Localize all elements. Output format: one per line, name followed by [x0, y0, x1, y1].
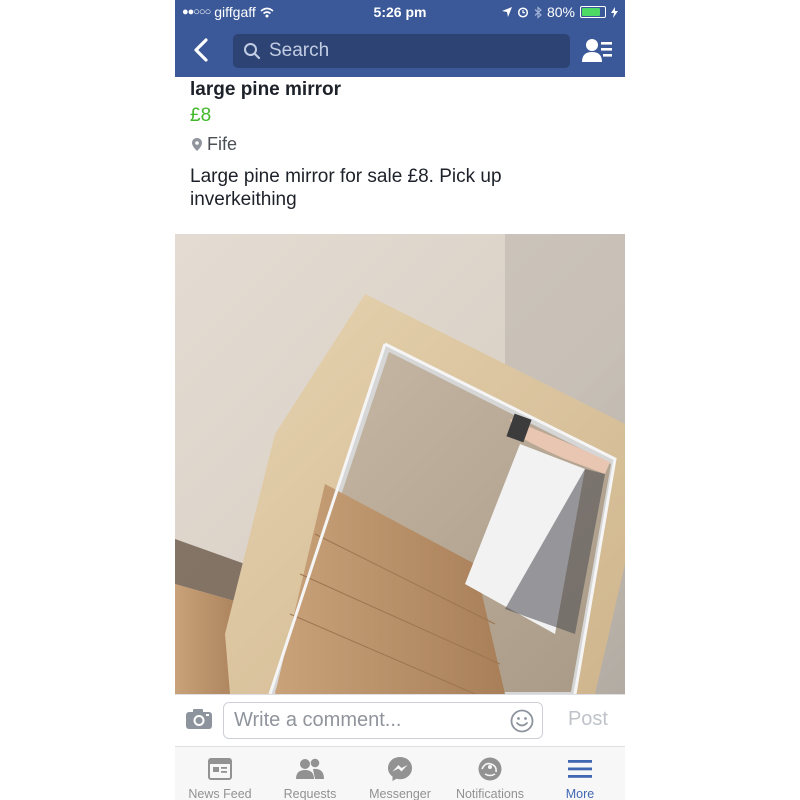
tab-messenger[interactable]: Messenger: [355, 747, 445, 800]
location-label: Fife: [207, 134, 238, 154]
tab-notifications[interactable]: Notifications: [445, 747, 535, 800]
listing-photo[interactable]: [175, 234, 625, 694]
more-icon: [568, 760, 592, 778]
notifications-icon: [478, 757, 502, 781]
comment-input[interactable]: Write a comment...: [223, 702, 543, 739]
listing-price: £8: [190, 105, 212, 126]
tab-requests[interactable]: Requests: [265, 747, 355, 800]
comment-placeholder: Write a comment...: [234, 709, 402, 731]
battery-icon: [580, 6, 606, 18]
bluetooth-icon: [534, 5, 542, 19]
status-icons: 80%: [501, 4, 618, 20]
friends-list-icon[interactable]: [581, 36, 613, 66]
tab-bar: News Feed Requests Messenger Notificatio…: [175, 746, 625, 800]
emoji-icon[interactable]: [510, 709, 534, 733]
listing-title: large pine mirror: [190, 79, 341, 100]
tab-more[interactable]: More: [535, 747, 625, 800]
requests-icon: [296, 758, 324, 779]
back-chevron-icon[interactable]: [187, 35, 217, 65]
messenger-icon: [388, 757, 412, 781]
search-icon: [244, 43, 261, 60]
status-bar: ●●○○○ giffgaff 5:26 pm 80%: [175, 0, 625, 25]
alarm-icon: [517, 7, 529, 18]
mirror-photo-illustration: [175, 234, 625, 694]
camera-icon[interactable]: [185, 708, 213, 730]
map-pin-icon: [192, 138, 202, 151]
search-placeholder: Search: [269, 40, 330, 61]
post-button[interactable]: Post: [568, 708, 608, 731]
charging-icon: [611, 6, 618, 18]
listing-location: Fife: [192, 134, 237, 155]
phone-screen: ●●○○○ giffgaff 5:26 pm 80% Search large …: [175, 0, 625, 800]
battery-percent: 80%: [546, 4, 575, 20]
tab-news-feed[interactable]: News Feed: [175, 747, 265, 800]
location-arrow-icon: [501, 7, 512, 17]
tab-label: Requests: [283, 787, 337, 800]
news-feed-icon: [208, 758, 232, 780]
tab-label: More: [565, 787, 595, 800]
listing-description: Large pine mirror for sale £8. Pick up i…: [190, 166, 502, 210]
search-field[interactable]: Search: [233, 34, 570, 68]
tab-label: Notifications: [455, 787, 525, 800]
nav-bar: Search: [175, 25, 625, 77]
tab-label: News Feed: [188, 787, 252, 800]
tab-label: Messenger: [369, 787, 431, 800]
comment-bar: Write a comment... Post: [175, 694, 625, 747]
